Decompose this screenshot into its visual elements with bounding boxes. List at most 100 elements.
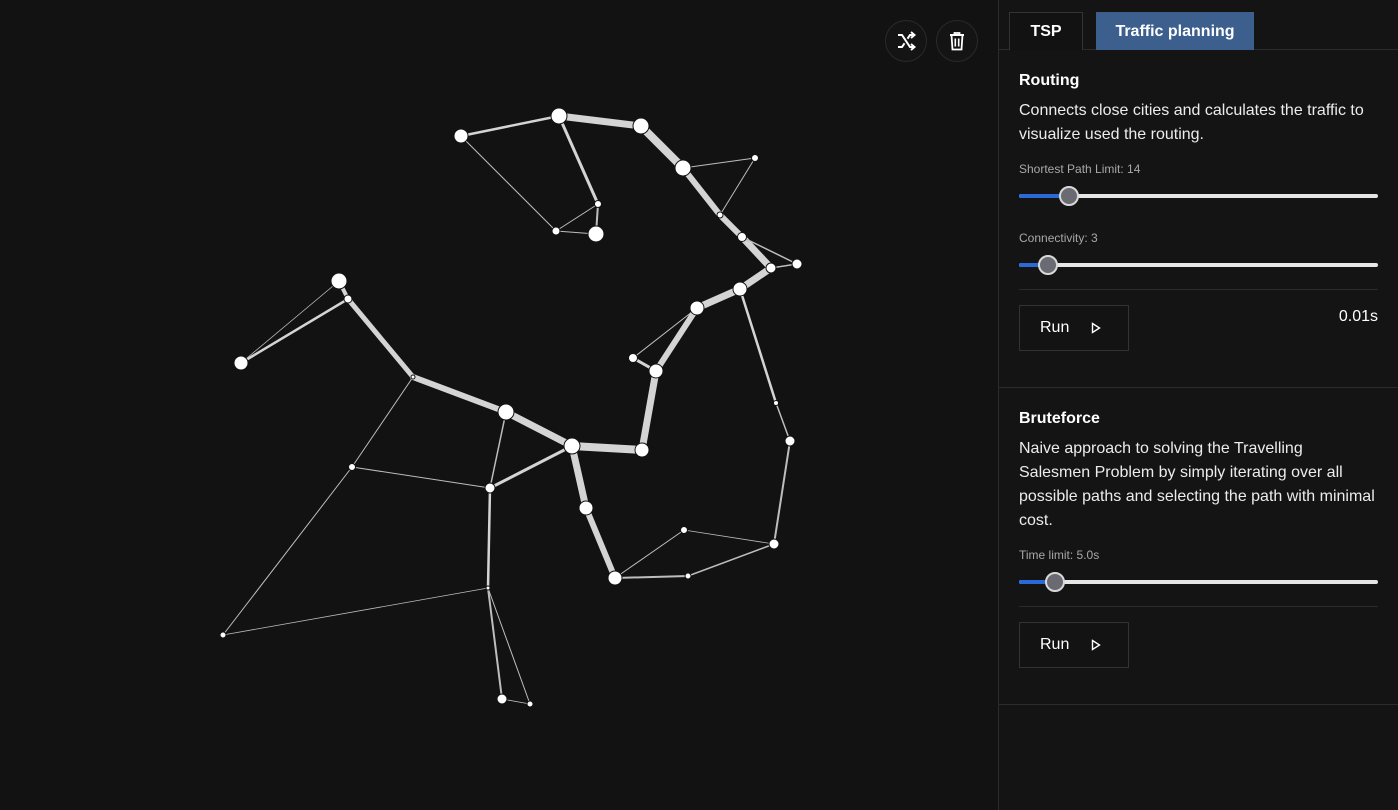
graph-edge <box>682 157 756 169</box>
city-node[interactable] <box>648 363 664 379</box>
time-limit-slider[interactable] <box>1019 571 1378 593</box>
connectivity-slider[interactable] <box>1019 254 1378 276</box>
graph-edge <box>345 296 416 380</box>
city-graph[interactable] <box>0 0 998 810</box>
play-icon <box>1092 639 1102 651</box>
city-node[interactable] <box>680 526 688 534</box>
graph-edge <box>775 402 791 442</box>
connectivity-label: Connectivity: 3 <box>1019 231 1098 245</box>
city-node[interactable] <box>634 442 650 458</box>
slider-thumb[interactable] <box>1037 255 1058 275</box>
city-node[interactable] <box>348 463 356 471</box>
graph-edge <box>486 486 492 590</box>
graph-edge <box>487 587 531 705</box>
shortest-path-slider[interactable] <box>1019 185 1378 207</box>
graph-canvas[interactable] <box>0 0 998 810</box>
city-node[interactable] <box>233 355 249 371</box>
graph-edge <box>738 233 775 272</box>
city-node[interactable] <box>732 281 748 297</box>
city-node[interactable] <box>343 294 353 304</box>
city-node[interactable] <box>496 693 508 705</box>
tab-bar: TSP Traffic planning <box>999 0 1398 50</box>
graph-edge <box>222 466 353 636</box>
graph-edge <box>239 297 350 365</box>
graph-edge <box>557 114 600 206</box>
city-node[interactable] <box>484 482 496 494</box>
graph-edge <box>773 440 791 545</box>
slider-track <box>1019 580 1378 584</box>
graph-edge <box>488 444 574 490</box>
graph-edge <box>459 114 561 138</box>
city-node[interactable] <box>563 437 581 455</box>
city-node[interactable] <box>607 570 623 586</box>
slider-thumb[interactable] <box>1059 186 1080 206</box>
city-node[interactable] <box>587 225 605 243</box>
slider-thumb[interactable] <box>1044 572 1065 592</box>
graph-edge <box>719 157 756 216</box>
city-node[interactable] <box>765 262 777 274</box>
graph-edge <box>240 280 340 364</box>
city-node[interactable] <box>791 258 803 270</box>
routing-run-row: Run 0.01s <box>1019 305 1378 367</box>
city-node[interactable] <box>737 232 747 242</box>
graph-edge <box>351 376 414 468</box>
city-node[interactable] <box>550 107 568 125</box>
play-icon <box>1092 322 1102 334</box>
shuffle-button[interactable] <box>885 20 927 62</box>
tab-tsp[interactable]: TSP <box>1009 12 1083 50</box>
side-panel: TSP Traffic planning Routing Connects cl… <box>998 0 1398 810</box>
city-node[interactable] <box>674 159 692 177</box>
routing-timing: 0.01s <box>1338 308 1378 325</box>
graph-edge <box>487 587 503 700</box>
graph-edge <box>489 411 507 489</box>
graph-edge <box>502 408 576 450</box>
graph-edge <box>568 442 646 454</box>
bruteforce-title: Bruteforce <box>1019 410 1100 427</box>
city-node[interactable] <box>773 400 779 406</box>
slider-track <box>1019 263 1378 267</box>
city-node[interactable] <box>497 403 515 421</box>
graph-edge <box>637 122 687 172</box>
bruteforce-run-row: Run <box>1019 622 1378 684</box>
city-node[interactable] <box>485 585 491 591</box>
city-node[interactable] <box>751 154 759 162</box>
run-label: Run <box>1040 636 1070 653</box>
graph-edge <box>222 587 489 636</box>
city-node[interactable] <box>594 200 602 208</box>
trash-icon <box>950 32 964 51</box>
divider <box>1019 289 1378 290</box>
routing-run-button[interactable]: Run <box>1019 305 1129 351</box>
city-node[interactable] <box>410 374 416 380</box>
graph-edge <box>638 367 660 454</box>
graph-edge <box>632 307 698 359</box>
city-node[interactable] <box>453 128 469 144</box>
city-node[interactable] <box>628 353 638 363</box>
bruteforce-description: Naive approach to solving the Travelling… <box>1019 440 1375 529</box>
graph-edge <box>568 442 590 512</box>
graph-edge <box>460 135 557 232</box>
city-node[interactable] <box>689 300 705 316</box>
graph-edge <box>653 305 700 374</box>
routing-description: Connects close cities and calculates the… <box>1019 102 1364 143</box>
shortest-path-label: Shortest Path Limit: 14 <box>1019 162 1141 176</box>
tab-traffic-planning[interactable]: Traffic planning <box>1096 12 1254 50</box>
city-node[interactable] <box>578 500 594 516</box>
city-node[interactable] <box>684 572 692 580</box>
routing-section: Routing Connects close cities and calcul… <box>999 50 1398 388</box>
graph-edge <box>687 543 775 577</box>
city-node[interactable] <box>219 631 227 639</box>
bruteforce-run-button[interactable]: Run <box>1019 622 1129 668</box>
city-node[interactable] <box>768 538 780 550</box>
graph-edge <box>680 165 723 218</box>
city-node[interactable] <box>784 435 796 447</box>
city-node[interactable] <box>551 226 561 236</box>
delete-button[interactable] <box>936 20 978 62</box>
graph-edge <box>351 466 491 489</box>
graph-edge <box>614 529 685 579</box>
city-node[interactable] <box>526 700 534 708</box>
graph-edge <box>683 529 775 545</box>
routing-title: Routing <box>1019 72 1080 89</box>
city-node[interactable] <box>632 117 650 135</box>
city-node[interactable] <box>716 211 724 219</box>
city-node[interactable] <box>330 272 348 290</box>
